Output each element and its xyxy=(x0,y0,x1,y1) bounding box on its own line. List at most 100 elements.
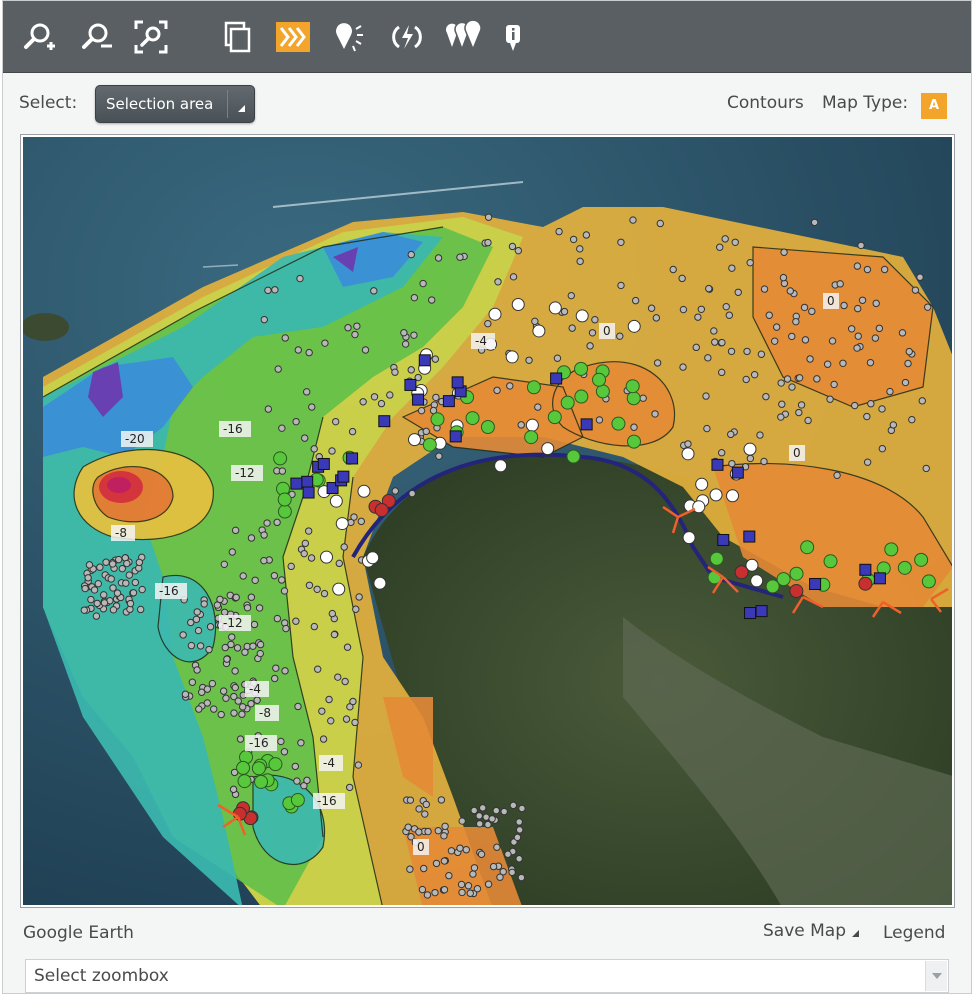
data-point[interactable] xyxy=(711,338,719,346)
data-point[interactable] xyxy=(465,411,480,426)
data-point[interactable] xyxy=(400,329,408,337)
data-point[interactable] xyxy=(722,302,730,311)
data-point[interactable] xyxy=(303,776,311,785)
data-point[interactable] xyxy=(349,697,357,706)
data-point[interactable] xyxy=(342,715,351,723)
data-point[interactable] xyxy=(464,882,473,890)
data-point[interactable] xyxy=(340,543,348,551)
data-point[interactable] xyxy=(854,332,862,340)
data-point[interactable] xyxy=(366,551,380,565)
data-point[interactable] xyxy=(494,459,508,473)
data-point[interactable] xyxy=(335,517,349,531)
data-point[interactable] xyxy=(889,421,898,429)
data-point[interactable] xyxy=(80,606,88,614)
data-point[interactable] xyxy=(908,415,916,424)
data-point[interactable] xyxy=(489,862,498,871)
data-point[interactable] xyxy=(757,350,766,358)
data-point[interactable] xyxy=(123,559,131,568)
data-point[interactable] xyxy=(282,624,290,633)
data-point[interactable] xyxy=(374,502,389,517)
data-point[interactable] xyxy=(301,434,309,442)
data-point[interactable] xyxy=(611,416,626,431)
data-point[interactable] xyxy=(901,378,910,387)
data-point[interactable] xyxy=(188,678,197,686)
data-point[interactable] xyxy=(194,626,203,635)
data-point[interactable] xyxy=(271,674,279,683)
data-point[interactable] xyxy=(702,392,710,400)
data-point[interactable] xyxy=(725,311,734,319)
data-point[interactable] xyxy=(550,372,563,385)
data-point[interactable] xyxy=(234,697,242,705)
data-point[interactable] xyxy=(863,265,872,274)
data-point[interactable] xyxy=(616,332,624,340)
data-point[interactable] xyxy=(313,665,322,673)
data-point[interactable] xyxy=(430,412,445,427)
data-point[interactable] xyxy=(231,526,240,535)
data-point[interactable] xyxy=(669,265,677,274)
save-map-dropdown[interactable]: Save Map xyxy=(763,921,860,941)
data-point[interactable] xyxy=(568,324,576,332)
data-point[interactable] xyxy=(264,405,273,413)
data-point[interactable] xyxy=(233,644,242,652)
data-point[interactable] xyxy=(92,612,101,620)
data-point[interactable] xyxy=(853,262,862,270)
data-point[interactable] xyxy=(281,334,289,342)
data-point[interactable] xyxy=(113,589,122,597)
data-point[interactable] xyxy=(352,605,360,613)
data-point[interactable] xyxy=(301,475,314,488)
data-point[interactable] xyxy=(126,599,135,608)
data-point[interactable] xyxy=(251,761,266,776)
data-point[interactable] xyxy=(851,401,859,410)
data-point[interactable] xyxy=(273,614,282,623)
data-point[interactable] xyxy=(290,793,305,808)
data-point[interactable] xyxy=(292,417,300,426)
data-point[interactable] xyxy=(567,291,575,300)
data-point[interactable] xyxy=(541,442,555,456)
data-point[interactable] xyxy=(354,761,363,769)
data-point[interactable] xyxy=(193,608,201,616)
data-point[interactable] xyxy=(916,273,924,281)
data-point[interactable] xyxy=(434,254,443,262)
data-point[interactable] xyxy=(328,447,336,455)
data-point[interactable] xyxy=(809,577,822,590)
data-point[interactable] xyxy=(810,218,819,227)
data-point[interactable] xyxy=(243,604,252,612)
data-point[interactable] xyxy=(813,375,821,383)
data-point[interactable] xyxy=(96,563,104,571)
data-point[interactable] xyxy=(325,695,333,704)
data-point[interactable] xyxy=(484,213,493,221)
data-point[interactable] xyxy=(458,888,466,897)
data-point[interactable] xyxy=(484,820,492,829)
data-point[interactable] xyxy=(742,375,750,384)
data-point[interactable] xyxy=(555,227,563,236)
data-point[interactable] xyxy=(138,585,146,594)
data-point[interactable] xyxy=(494,278,502,286)
data-point[interactable] xyxy=(271,286,279,294)
data-point[interactable] xyxy=(631,296,640,305)
data-point[interactable] xyxy=(532,324,546,338)
data-point[interactable] xyxy=(250,620,259,629)
data-point[interactable] xyxy=(100,599,109,607)
data-point[interactable] xyxy=(260,531,268,539)
data-point[interactable] xyxy=(410,293,419,302)
data-point[interactable] xyxy=(408,489,416,498)
data-point[interactable] xyxy=(684,440,692,448)
data-point[interactable] xyxy=(548,301,562,315)
data-point[interactable] xyxy=(625,379,640,394)
data-point[interactable] xyxy=(709,551,724,566)
data-point[interactable] xyxy=(639,394,647,402)
data-point[interactable] xyxy=(318,707,326,715)
data-point[interactable] xyxy=(107,575,115,583)
data-point[interactable] xyxy=(457,880,466,889)
data-point[interactable] xyxy=(238,710,246,718)
data-point[interactable] xyxy=(743,530,756,543)
data-point[interactable] xyxy=(863,458,872,466)
data-point[interactable] xyxy=(873,572,886,585)
data-point[interactable] xyxy=(277,492,292,507)
data-point[interactable] xyxy=(652,314,661,322)
data-point[interactable] xyxy=(129,589,138,597)
zoom-extent-button[interactable] xyxy=(131,15,171,59)
data-point[interactable] xyxy=(135,558,144,567)
data-point[interactable] xyxy=(87,595,95,604)
data-point[interactable] xyxy=(743,442,757,456)
